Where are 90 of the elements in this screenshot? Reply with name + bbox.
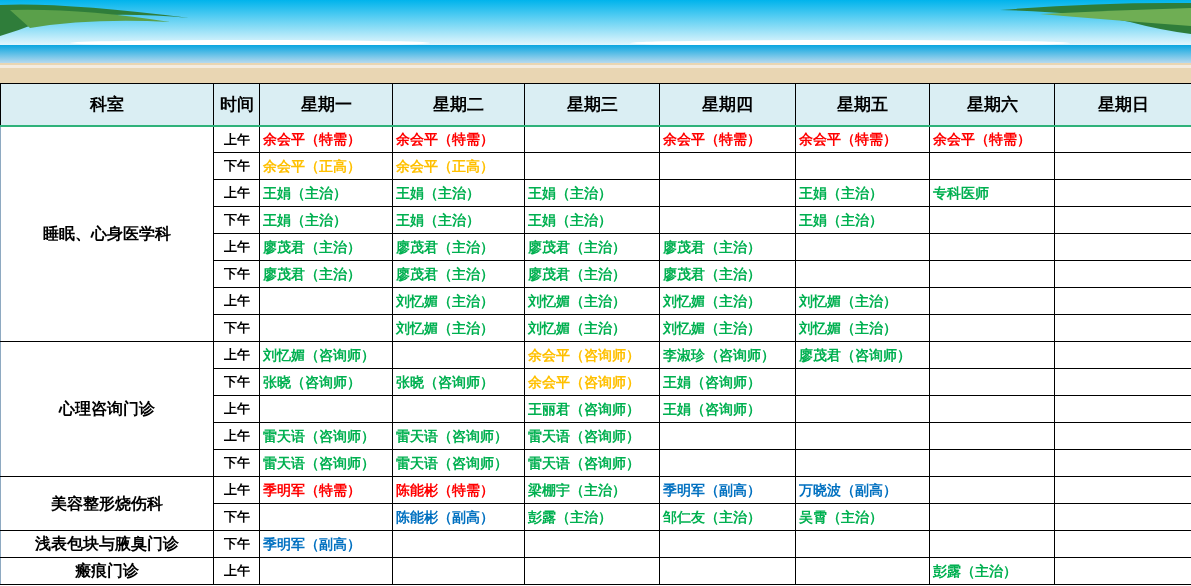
time-cell: 上午 (213, 395, 260, 423)
doctor-cell: 王娟（主治） (795, 179, 930, 207)
doctor-cell: 王丽君（咨询师） (524, 395, 660, 423)
doctor-cell: 廖茂君（主治） (259, 260, 393, 288)
doctor-cell: 梁棚宇（主治） (524, 476, 660, 504)
department-cell: 浅表包块与腋臭门诊 (0, 530, 214, 558)
time-cell: 下午 (213, 314, 260, 342)
time-cell: 上午 (213, 476, 260, 504)
doctor-cell: 王娟（主治） (392, 206, 525, 234)
doctor-cell: 彭露（主治） (929, 557, 1055, 585)
doctor-cell: 季明军（副高） (259, 530, 393, 558)
doctor-cell: 余会平（正高） (392, 152, 525, 180)
time-cell: 下午 (213, 503, 260, 531)
doctor-cell: 邹仁友（主治） (659, 503, 796, 531)
doctor-cell: 余会平（咨询师） (524, 368, 660, 396)
time-cell: 下午 (213, 206, 260, 234)
doctor-cell: 廖茂君（主治） (524, 233, 660, 261)
doctor-cell: 李淑珍（咨询师） (659, 341, 796, 369)
doctor-cell: 刘忆媚（主治） (392, 314, 525, 342)
doctor-cell: 廖茂君（主治） (524, 260, 660, 288)
time-cell: 上午 (213, 557, 260, 585)
doctor-cell: 刘忆媚（主治） (524, 314, 660, 342)
column-header: 星期四 (659, 83, 796, 126)
doctor-cell: 陈能彬（特需） (392, 476, 525, 504)
doctor-cell: 余会平（特需） (929, 125, 1055, 153)
time-cell: 上午 (213, 179, 260, 207)
doctor-cell: 王娟（主治） (524, 206, 660, 234)
column-header: 星期三 (524, 83, 660, 126)
doctor-cell: 廖茂君（主治） (392, 260, 525, 288)
time-cell: 下午 (213, 260, 260, 288)
doctor-cell: 王娟（咨询师） (659, 395, 796, 423)
column-header: 星期二 (392, 83, 525, 126)
doctor-cell: 专科医师 (929, 179, 1055, 207)
time-cell: 下午 (213, 530, 260, 558)
time-cell: 下午 (213, 368, 260, 396)
doctor-cell: 余会平（正高） (259, 152, 393, 180)
doctor-cell: 廖茂君（主治） (259, 233, 393, 261)
column-header: 星期六 (929, 83, 1055, 126)
column-header: 时间 (213, 83, 260, 126)
time-cell: 上午 (213, 341, 260, 369)
doctor-cell: 刘忆媚（咨询师） (259, 341, 393, 369)
doctor-cell: 廖茂君（咨询师） (795, 341, 930, 369)
doctor-cell: 刘忆媚（主治） (659, 314, 796, 342)
doctor-cell: 王娟（主治） (795, 206, 930, 234)
time-cell: 上午 (213, 233, 260, 261)
doctor-cell: 廖茂君（主治） (659, 233, 796, 261)
time-cell: 上午 (213, 422, 260, 450)
doctor-cell: 雷天语（咨询师） (392, 422, 525, 450)
doctor-cell: 雷天语（咨询师） (259, 422, 393, 450)
doctor-cell: 季明军（副高） (659, 476, 796, 504)
column-header: 星期日 (1054, 83, 1191, 126)
doctor-cell: 王娟（主治） (259, 206, 393, 234)
doctor-cell: 雷天语（咨询师） (392, 449, 525, 477)
column-header: 科室 (0, 83, 214, 126)
doctor-cell: 廖茂君（主治） (392, 233, 525, 261)
doctor-cell: 雷天语（咨询师） (259, 449, 393, 477)
time-cell: 下午 (213, 449, 260, 477)
doctor-cell: 雷天语（咨询师） (524, 449, 660, 477)
doctor-cell: 张晓（咨询师） (392, 368, 525, 396)
doctor-cell: 余会平（咨询师） (524, 341, 660, 369)
doctor-cell: 刘忆媚（主治） (795, 287, 930, 315)
doctor-cell: 王娟（主治） (259, 179, 393, 207)
department-cell: 美容整形烧伤科 (0, 476, 214, 531)
doctor-cell: 雷天语（咨询师） (524, 422, 660, 450)
doctor-cell: 王娟（主治） (392, 179, 525, 207)
doctor-cell: 余会平（特需） (795, 125, 930, 153)
doctor-cell: 陈能彬（副高） (392, 503, 525, 531)
time-cell: 下午 (213, 152, 260, 180)
doctor-cell: 季明军（特需） (259, 476, 393, 504)
doctor-cell: 刘忆媚（主治） (795, 314, 930, 342)
department-cell: 心理咨询门诊 (0, 341, 214, 477)
time-cell: 上午 (213, 125, 260, 153)
doctor-cell: 余会平（特需） (259, 125, 393, 153)
column-header: 星期一 (259, 83, 393, 126)
doctor-cell: 刘忆媚（主治） (524, 287, 660, 315)
department-cell: 睡眠、心身医学科 (0, 125, 214, 342)
doctor-cell: 王娟（咨询师） (659, 368, 796, 396)
doctor-cell: 张晓（咨询师） (259, 368, 393, 396)
department-cell: 瘢痕门诊 (0, 557, 214, 585)
doctor-cell: 刘忆媚（主治） (392, 287, 525, 315)
doctor-cell: 彭露（主治） (524, 503, 660, 531)
doctor-cell: 余会平（特需） (659, 125, 796, 153)
doctor-cell: 余会平（特需） (392, 125, 525, 153)
doctor-cell: 廖茂君（主治） (659, 260, 796, 288)
column-header: 星期五 (795, 83, 930, 126)
doctor-cell: 吴霄（主治） (795, 503, 930, 531)
doctor-cell: 刘忆媚（主治） (659, 287, 796, 315)
time-cell: 上午 (213, 287, 260, 315)
doctor-cell: 王娟（主治） (524, 179, 660, 207)
doctor-cell: 万晓波（副高） (795, 476, 930, 504)
